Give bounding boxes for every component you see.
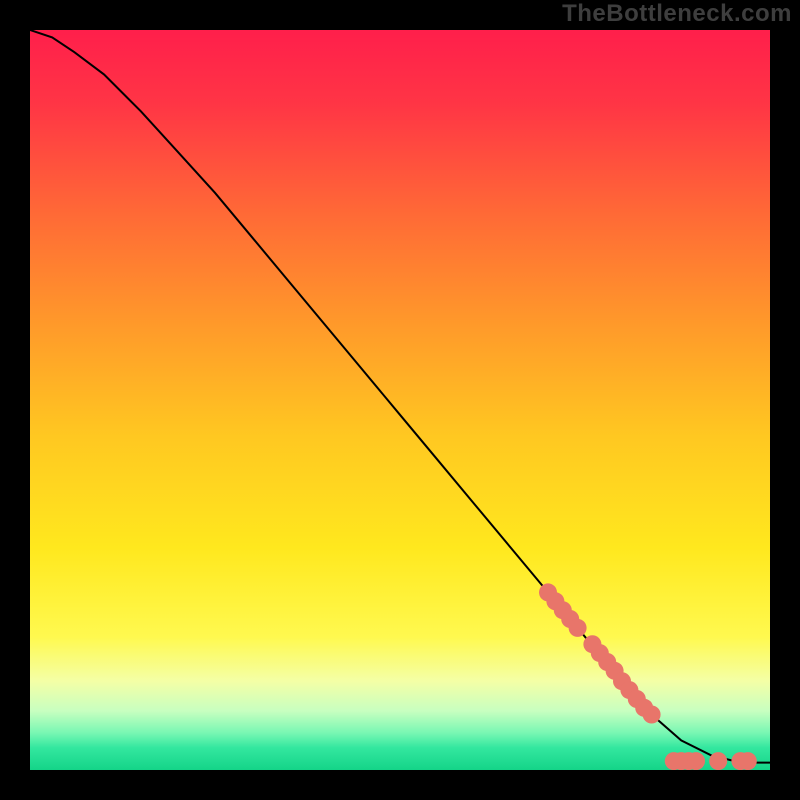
data-point [643,706,661,724]
plot-area [30,30,770,770]
gradient-background [30,30,770,770]
watermark-text: TheBottleneck.com [562,0,792,28]
data-point [709,752,727,770]
chart-frame: TheBottleneck.com [0,0,800,800]
chart-svg [30,30,770,770]
data-point [687,752,705,770]
data-point [569,619,587,637]
data-point [739,752,757,770]
